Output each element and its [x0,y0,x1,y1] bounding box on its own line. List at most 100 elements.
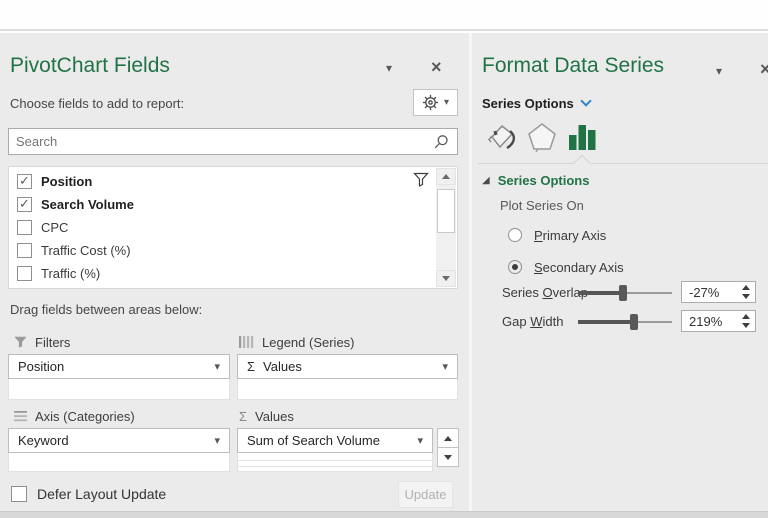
format-data-series-panel: Format Data Series ▾ × Series Options ◢ … [472,33,768,518]
slider-filled-track [578,291,620,295]
chevron-down-icon[interactable]: ▾ [442,360,448,373]
choose-fields-label: Choose fields to add to report: [10,96,185,111]
search-box[interactable] [8,128,458,155]
values-well[interactable]: Sum of Search Volume ▾ [237,428,433,472]
radio-row[interactable]: Primary Axis [508,219,624,251]
value-spinner [742,285,750,299]
field-chip-values[interactable]: Σ Values ▾ [237,354,458,379]
spinner-down-icon[interactable] [742,294,750,299]
field-checkbox[interactable] [17,196,32,212]
tools-button[interactable]: ▾ [413,89,458,116]
value-spinner [742,314,750,328]
arrow-up-icon [444,435,452,441]
field-list-scrollbar[interactable] [436,168,456,287]
slider-empty-track [627,292,672,294]
series-options-section-header[interactable]: ◢ Series Options [482,173,589,188]
pane-close-icon[interactable]: × [760,60,768,78]
field-chip-keyword[interactable]: Keyword ▾ [8,428,230,453]
field-row[interactable]: Position [9,170,433,193]
slider-value-box[interactable]: -27% [681,281,756,303]
field-chip-position[interactable]: Position ▾ [8,354,230,379]
slider-track[interactable] [578,285,672,301]
chip-label: Sum of Search Volume [247,433,380,448]
series-options-nav[interactable]: Series Options [482,95,592,111]
field-label: CPC [41,220,69,235]
slider-handle[interactable] [619,285,628,301]
slider-row-series-overlap: Series Overlap -27% [502,279,760,308]
scroll-down-button[interactable] [436,270,456,287]
slider-empty-track [638,321,672,323]
search-input[interactable] [9,129,457,154]
slider-value-box[interactable]: 219% [681,310,756,332]
field-checkbox[interactable] [17,243,32,258]
filters-well[interactable]: Position ▾ [8,354,230,400]
filters-area-title: Filters [35,334,71,350]
radio-secondary-axis[interactable] [508,260,522,274]
plot-series-radio-group: Primary Axis Secondary Axis [508,219,624,283]
chip-label: Keyword [18,433,69,448]
slider-track[interactable] [578,314,672,330]
slider-handle[interactable] [630,314,639,330]
values-area-header: Σ Values [239,407,294,425]
pane-close-icon[interactable]: × [431,58,442,76]
field-row[interactable]: Traffic Cost (%) [9,239,433,262]
tools-caret-icon: ▾ [443,97,450,108]
field-row[interactable]: Traffic (%) [9,262,433,285]
excel-task-panes: PivotChart Fields ▾ × Choose fields to a… [0,0,768,518]
chevron-down-icon[interactable]: ▾ [214,360,220,373]
scroll-up-button[interactable] [437,428,459,448]
update-button[interactable]: Update [398,481,453,508]
spinner-down-icon[interactable] [742,323,750,328]
chip-label: Values [263,359,302,374]
chip-label: Position [18,359,65,374]
legend-well[interactable]: Σ Values ▾ [237,354,458,400]
pane-options-caret-icon[interactable]: ▾ [386,61,392,75]
scrollbar-thumb[interactable] [437,189,455,233]
empty-chip-row [237,460,433,467]
chevron-down-icon[interactable]: ▾ [214,434,220,447]
field-row[interactable]: Search Volume [9,193,433,216]
series-options-nav-label: Series Options [482,96,574,111]
defer-layout-label: Defer Layout Update [37,486,167,502]
areas-grid: Filters Legend (Series) Position ▾ Σ Val… [8,332,459,478]
filter-icon[interactable] [413,172,429,187]
field-label: Traffic Cost (%) [41,243,131,258]
chevron-down-icon [580,95,592,107]
axis-well[interactable]: Keyword ▾ [8,428,230,472]
field-chip-sum-of-search-volume[interactable]: Sum of Search Volume ▾ [237,428,433,453]
format-data-series-title: Format Data Series [482,54,665,77]
series-options-tab[interactable] [566,121,598,153]
filters-area-header: Filters [14,333,70,351]
pane-options-caret-icon[interactable]: ▾ [716,64,722,78]
values-area-title: Values [255,408,294,424]
spinner-up-icon[interactable] [742,285,750,290]
values-scroll-buttons [437,428,459,467]
filter-icon [14,336,27,348]
slider-filled-track [578,320,631,324]
chevron-down-icon[interactable]: ▾ [417,434,423,447]
gear-icon [422,94,439,111]
spinner-up-icon[interactable] [742,314,750,319]
scroll-down-button[interactable] [437,447,459,467]
defer-layout-checkbox[interactable] [11,486,27,502]
effects-tab[interactable] [526,121,558,153]
field-checkbox[interactable] [17,266,32,281]
field-label: Traffic (%) [41,266,101,281]
window-bottom-edge [0,511,768,518]
scroll-up-button[interactable] [436,168,456,185]
active-tab-notch [573,154,591,172]
legend-icon [239,336,254,348]
series-sliders: Series Overlap -27% Gap Width 219% [502,279,760,337]
field-row[interactable]: CPC [9,216,433,239]
field-checkbox[interactable] [17,173,32,189]
arrow-down-icon [444,454,452,460]
worksheet-edge [0,0,768,31]
radio-label: Secondary Axis [534,259,624,275]
radio-primary-axis[interactable] [508,228,522,242]
fill-line-tab[interactable] [486,121,518,153]
legend-area-title: Legend (Series) [262,334,355,350]
arrow-up-icon [442,174,450,179]
pivotchart-fields-panel: PivotChart Fields ▾ × Choose fields to a… [0,33,469,518]
field-checkbox[interactable] [17,220,32,235]
drag-fields-label: Drag fields between areas below: [10,302,203,317]
